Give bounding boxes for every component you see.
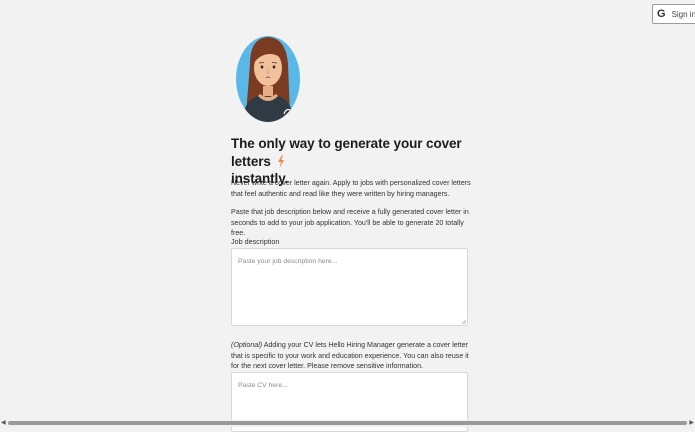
google-icon: G [657,8,666,20]
job-description-label: Job description [231,237,280,246]
sign-in-button[interactable]: G Sign in [652,4,695,24]
lightning-bolt-icon [278,154,285,168]
job-description-textarea[interactable]: Paste your job description here... [231,248,468,326]
horizontal-scrollbar[interactable]: ◀ ▶ [0,420,695,427]
cv-description-text: Adding your CV lets Hello Hiring Manager… [231,341,469,370]
cv-description: (Optional) Adding your CV lets Hello Hir… [231,340,471,372]
resize-grip-icon[interactable] [461,319,466,324]
job-description-placeholder: Paste your job description here... [238,258,338,265]
avatar [236,36,300,122]
headline-text: The only way to generate your cover lett… [231,136,462,169]
scroll-right-icon[interactable]: ▶ [689,420,694,427]
sign-in-label: Sign in [671,9,695,19]
scrollbar-thumb[interactable] [8,421,687,425]
optional-tag: (Optional) [231,341,263,349]
cv-placeholder: Paste CV here... [238,382,288,389]
intro-paragraph-2: Paste that job description below and rec… [231,208,469,237]
intro-paragraph-1: Never write a cover letter again. Apply … [231,179,471,198]
scroll-left-icon[interactable]: ◀ [1,420,6,427]
